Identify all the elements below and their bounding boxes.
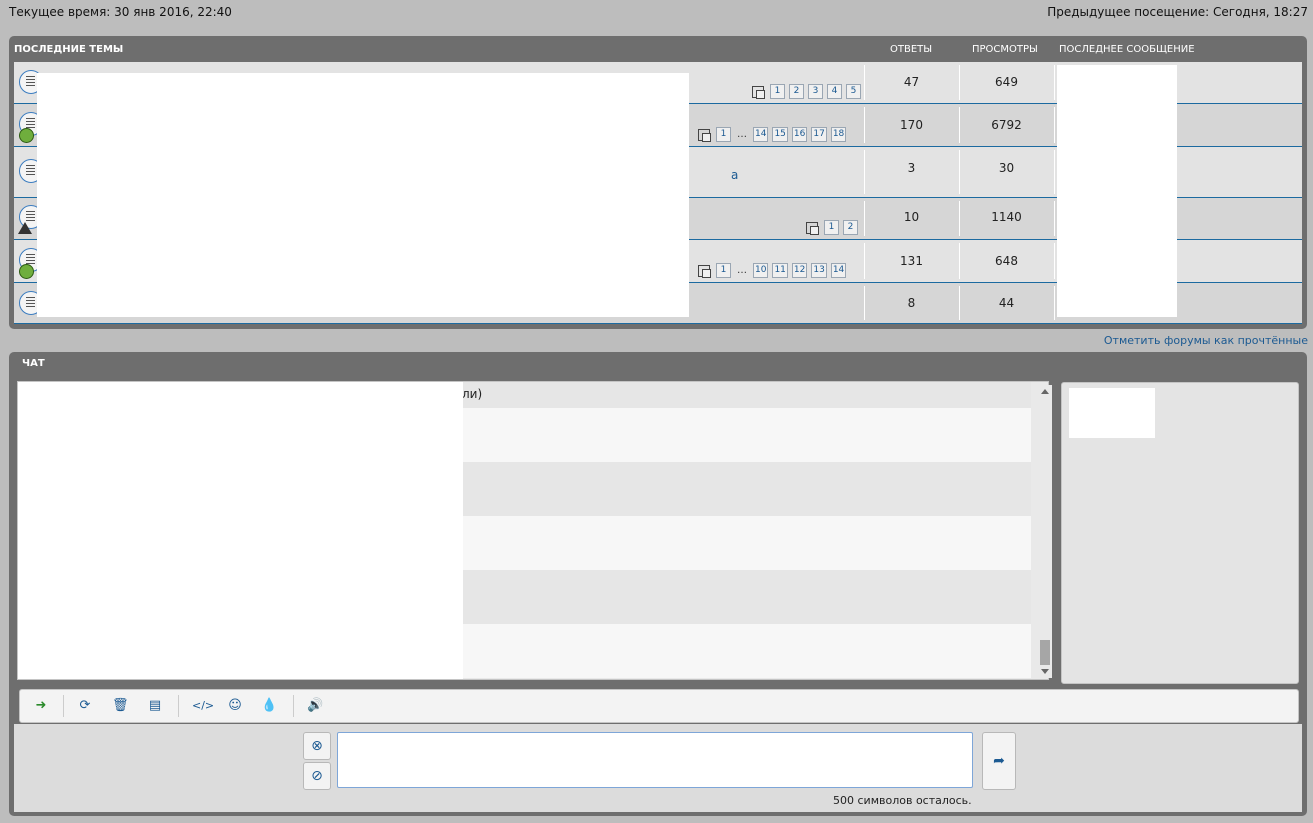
views-count: 648 (995, 254, 1018, 268)
page-link[interactable]: 1 (716, 263, 731, 278)
replies-count: 10 (903, 210, 920, 224)
replies-count: 3 (907, 161, 916, 175)
pages-icon (698, 128, 711, 142)
trash-icon[interactable]: 🗑 (112, 698, 129, 714)
refresh-icon[interactable]: ⟳ (77, 698, 93, 714)
pagination: 1 … 10 11 12 13 14 (698, 263, 847, 278)
chars-remaining: 500 символов осталось. (833, 794, 972, 807)
page-link[interactable]: 1 (716, 127, 731, 142)
pages-icon (698, 264, 711, 278)
redacted-area (1057, 65, 1177, 317)
page-link[interactable]: 12 (791, 263, 808, 278)
page-link[interactable]: 16 (791, 127, 808, 142)
sound-icon[interactable]: 🔊 (307, 698, 323, 714)
replies-header: ОТВЕТЫ (890, 44, 933, 55)
smiley-icon[interactable]: ☺ (227, 698, 243, 714)
redacted-area (18, 382, 463, 679)
page-link[interactable]: 1 (824, 220, 839, 235)
message-fragment: ли) (462, 387, 483, 401)
page-link[interactable]: 10 (753, 263, 769, 278)
cancel-icon[interactable]: ⊘ (303, 762, 331, 790)
chat-toolbar: ➜ ⟳ 🗑 ▤ </> ☺ 💧 🔊 (19, 689, 1299, 723)
pagination-ellipsis: … (737, 265, 747, 276)
pagination-ellipsis: … (737, 129, 747, 140)
scroll-down-icon[interactable] (1041, 669, 1049, 674)
recent-topics-panel: ПОСЛЕДНИЕ ТЕМЫ ОТВЕТЫ ПРОСМОТРЫ ПОСЛЕДНЕ… (9, 36, 1307, 329)
last-post-header: ПОСЛЕДНЕЕ СООБЩЕНИЕ (1059, 44, 1195, 55)
views-count: 1140 (991, 210, 1022, 224)
warning-icon (18, 222, 32, 234)
page-link[interactable]: 4 (827, 84, 842, 99)
replies-count: 170 (900, 118, 923, 132)
replies-count: 131 (900, 254, 923, 268)
chat-input-area: ⊗ ⊘ ➦ 500 символов осталось. (14, 724, 1302, 812)
page-link[interactable]: 17 (811, 127, 827, 142)
views-header: ПРОСМОТРЫ (972, 44, 1038, 55)
code-icon[interactable]: </> (192, 698, 214, 714)
views-count: 44 (998, 296, 1015, 310)
pagination: 1 2 3 4 5 (752, 84, 861, 99)
chat-scrollbar[interactable] (1038, 385, 1052, 678)
pagination: 1 2 (806, 220, 858, 235)
redacted-area (1069, 388, 1155, 438)
recent-topics-title: ПОСЛЕДНИЕ ТЕМЫ (14, 44, 124, 55)
page-link[interactable]: 5 (846, 84, 861, 99)
scroll-thumb[interactable] (1040, 640, 1050, 665)
page-link[interactable]: 1 (770, 84, 785, 99)
page-link[interactable]: 14 (830, 263, 847, 278)
replies-count: 8 (907, 296, 916, 310)
pages-icon (752, 85, 765, 99)
page-link[interactable]: 18 (830, 127, 847, 142)
replies-count: 47 (903, 75, 920, 89)
page-link[interactable]: 14 (753, 127, 769, 142)
chat-panel: ЧАТ ли) ➜ ⟳ 🗑 ▤ </> ☺ 💧 🔊 ⊗ ⊘ ➦ 500 симв… (9, 352, 1307, 816)
chat-messages: ли) (17, 381, 1049, 680)
chat-online-users (1061, 382, 1299, 684)
pages-icon (806, 221, 819, 235)
topic-fragment[interactable]: а (731, 168, 738, 182)
page-link[interactable]: 2 (789, 84, 804, 99)
pagination: 1 … 14 15 16 17 18 (698, 127, 847, 142)
redacted-area (37, 73, 689, 317)
current-time: Текущее время: 30 янв 2016, 22:40 (9, 5, 232, 19)
page-link[interactable]: 3 (808, 84, 823, 99)
color-drop-icon[interactable]: 💧 (261, 698, 277, 714)
grin-smiley-icon (19, 128, 34, 143)
page-link[interactable]: 13 (811, 263, 827, 278)
grin-smiley-icon (19, 264, 34, 279)
views-count: 6792 (991, 118, 1022, 132)
views-count: 30 (998, 161, 1015, 175)
scroll-up-icon[interactable] (1041, 389, 1049, 394)
chat-title: ЧАТ (22, 358, 45, 369)
mark-forums-read-link[interactable]: Отметить форумы как прочтённые (1104, 334, 1308, 347)
send-button[interactable]: ➦ (982, 732, 1016, 790)
previous-visit: Предыдущее посещение: Сегодня, 18:27 (1047, 5, 1308, 19)
sign-in-icon[interactable]: ➜ (33, 698, 49, 714)
clear-icon[interactable]: ⊗ (303, 732, 331, 760)
views-count: 649 (995, 75, 1018, 89)
page-link[interactable]: 15 (772, 127, 788, 142)
chat-message-input[interactable] (337, 732, 973, 788)
page-link[interactable]: 11 (772, 263, 788, 278)
page-link[interactable]: 2 (843, 220, 858, 235)
archive-icon[interactable]: ▤ (147, 698, 163, 714)
